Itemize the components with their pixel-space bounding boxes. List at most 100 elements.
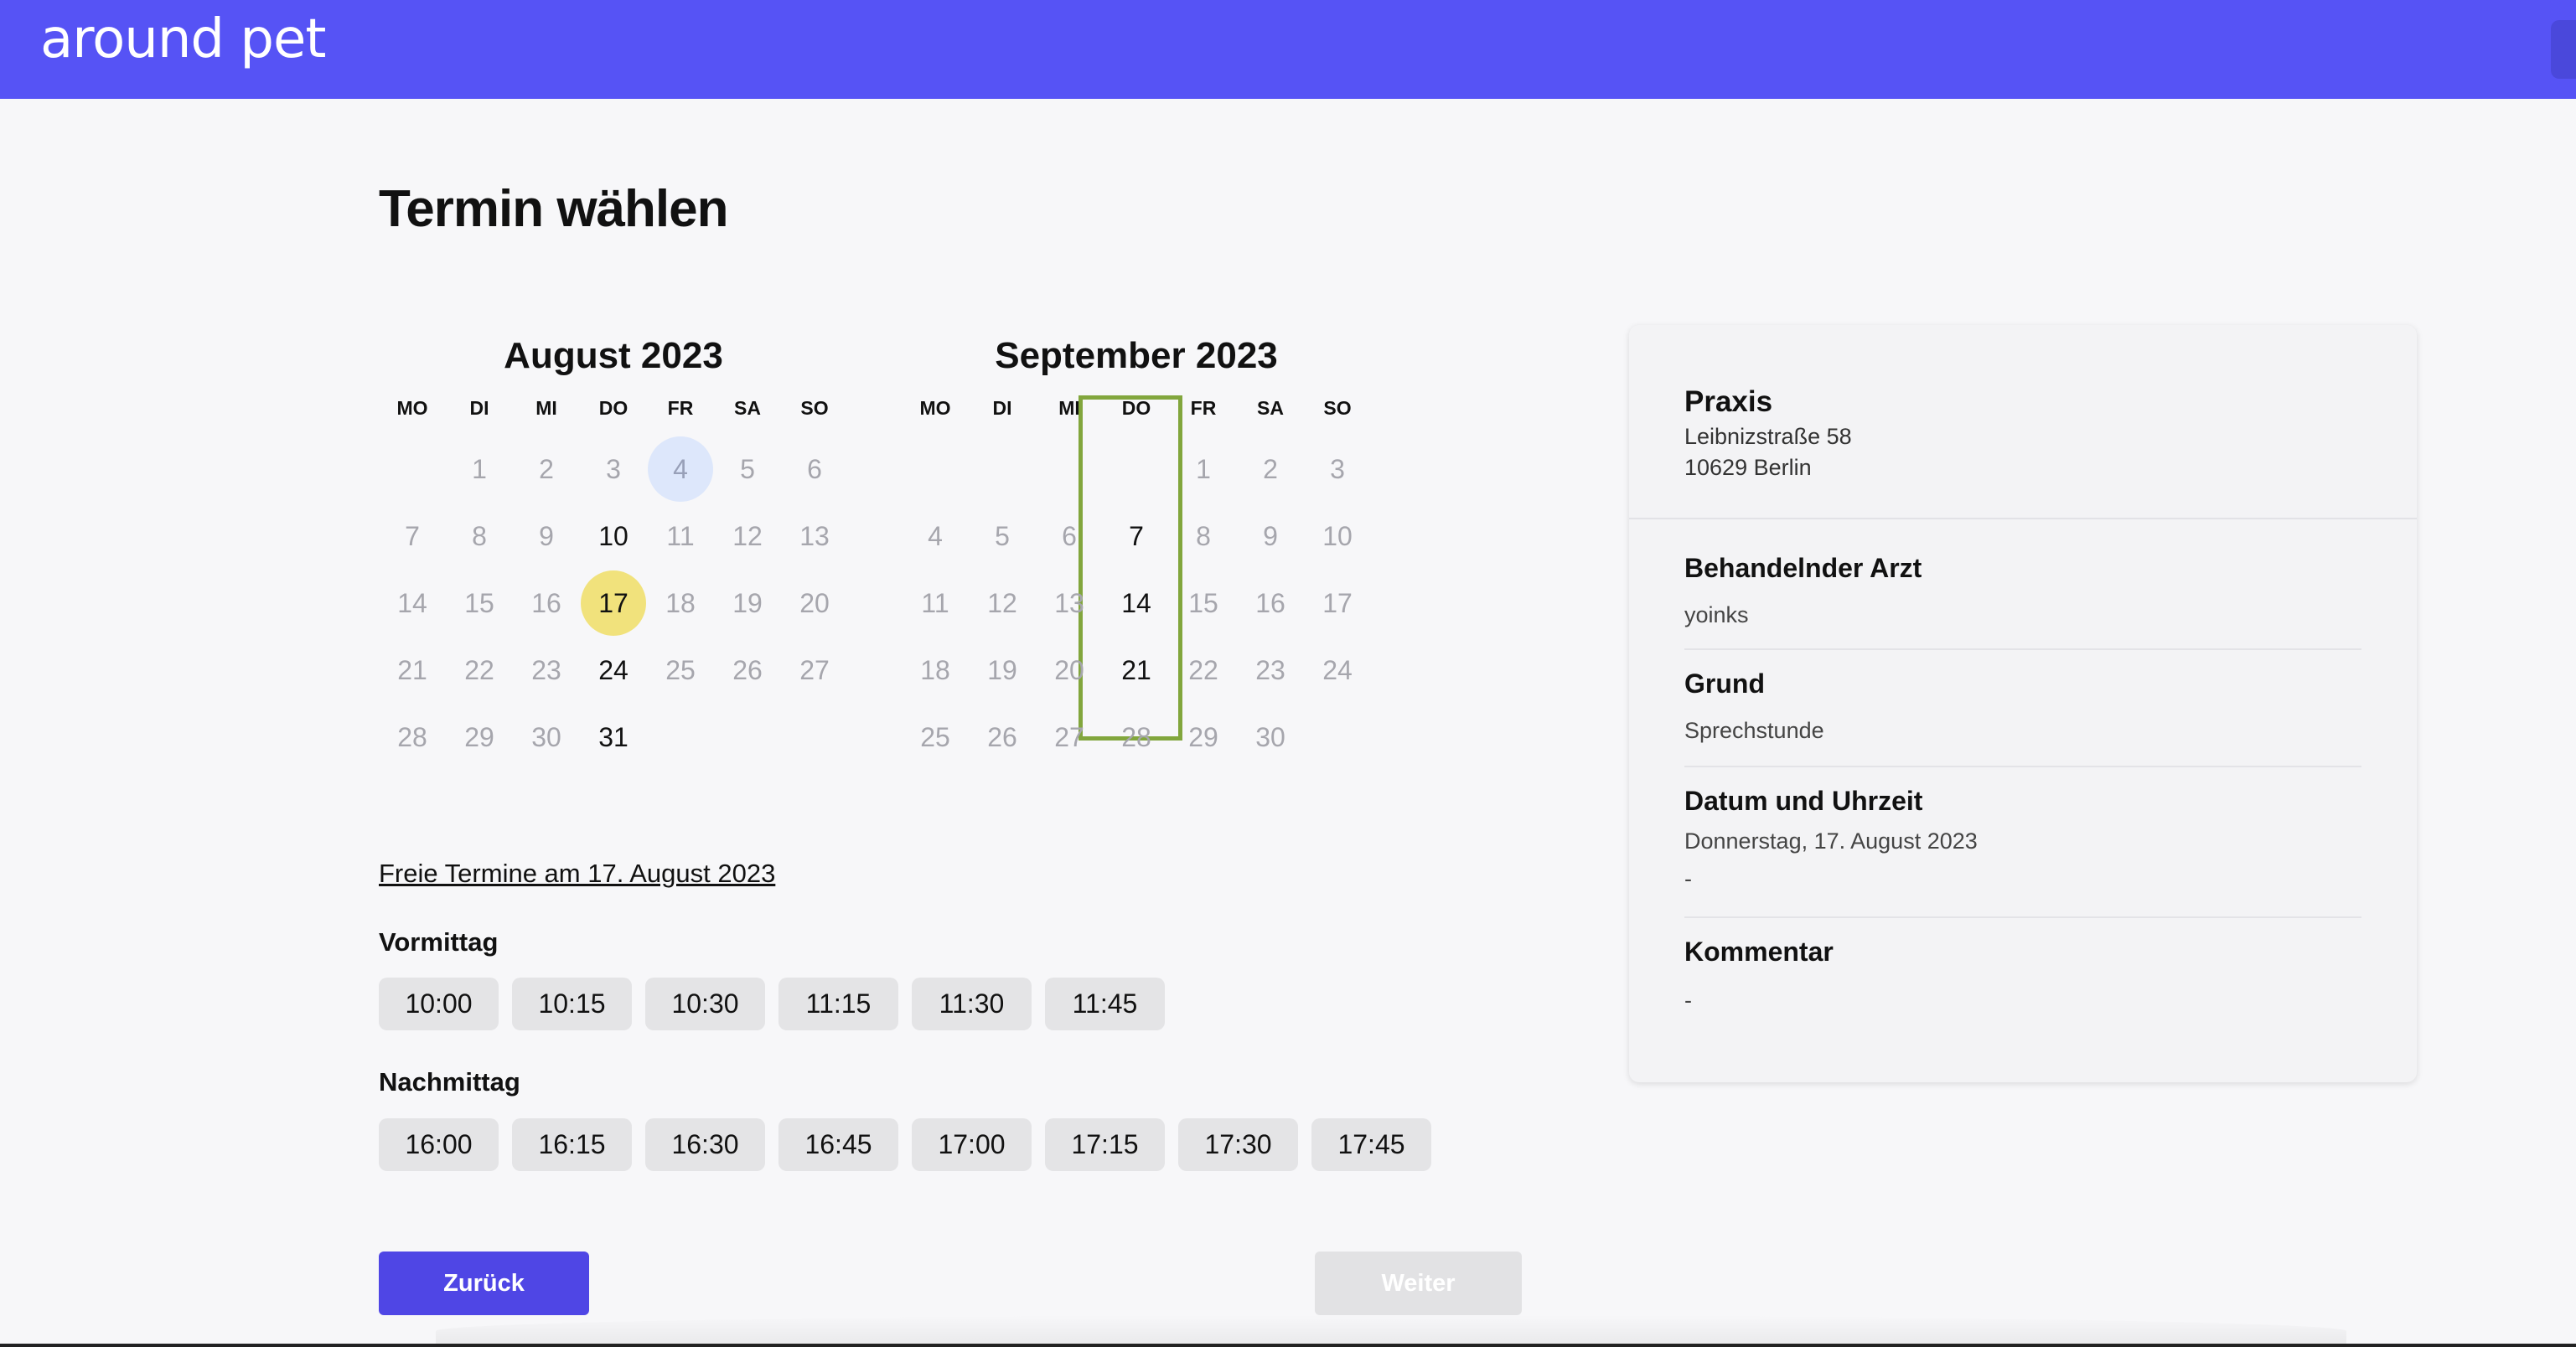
empty-day-cell (1304, 704, 1371, 771)
calendar-day: 4 (902, 503, 969, 570)
day-number: 11 (666, 520, 695, 551)
time-slot-button[interactable]: 17:00 (912, 1118, 1032, 1171)
calendar-day: 28 (1103, 704, 1170, 771)
calendar-day[interactable]: 14 (1103, 570, 1170, 637)
calendar-day[interactable]: 21 (1103, 637, 1170, 704)
weekday-label: SA (1257, 396, 1284, 419)
weekday-label: MI (1058, 396, 1080, 419)
calendar-day: 21 (379, 637, 446, 704)
calendar-month: August 2023 MO DI MI DO FR SA SO 1 2 3 4 5 6 7 8 9 10 11… (379, 327, 848, 771)
day-number: 27 (1054, 721, 1084, 752)
calendar-day[interactable]: 24 (580, 637, 647, 704)
day-number: 12 (732, 520, 763, 551)
day-number: 5 (740, 453, 755, 484)
summary-section-reason: Grund Sprechstunde (1684, 650, 2361, 767)
day-number: 28 (1121, 721, 1151, 752)
time-slot-button[interactable]: 16:15 (512, 1118, 632, 1171)
day-number: 24 (1322, 654, 1353, 685)
calendar-day: 9 (513, 503, 580, 570)
empty-day-cell (902, 436, 969, 503)
time-slot-button[interactable]: 17:30 (1178, 1118, 1298, 1171)
calendar-day[interactable]: 31 (580, 704, 647, 771)
day-number: 20 (799, 587, 830, 618)
summary-label: Grund (1684, 668, 1765, 699)
time-slot-button[interactable]: 10:30 (645, 978, 765, 1030)
calendar-day: 28 (379, 704, 446, 771)
weekday-label: DO (598, 396, 628, 419)
empty-day-cell (714, 704, 781, 771)
day-number: 30 (531, 721, 561, 752)
free-slots-title[interactable]: Freie Termine am 17. August 2023 (379, 859, 775, 889)
calendar-day: 11 (647, 503, 714, 570)
appointment-summary: Praxis Leibnizstraße 58 10629 Berlin Beh… (1629, 325, 2417, 1082)
weekday-label: MO (919, 396, 951, 419)
day-number: 16 (531, 587, 561, 618)
day-number: 31 (598, 721, 628, 752)
calendar-day: 2 (1237, 436, 1304, 503)
day-number: 24 (598, 654, 628, 685)
calendar-week: 1 2 345 6 (379, 436, 848, 503)
day-number: 11 (921, 587, 949, 618)
time-slot-button[interactable]: 11:15 (778, 978, 898, 1030)
summary-label: Datum und Uhrzeit (1684, 786, 1923, 816)
calendar-day: 15 (1170, 570, 1237, 637)
calendar-day: 15 (446, 570, 513, 637)
morning-slots: 10:00 10:15 10:30 11:15 11:30 11:45 (379, 978, 1165, 1030)
calendar-day: 17 (1304, 570, 1371, 637)
time-slot-button[interactable]: 11:45 (1045, 978, 1165, 1030)
weekday-label: DO (1121, 396, 1151, 419)
time-slot-button[interactable]: 11:30 (912, 978, 1032, 1030)
around-pet-logo[interactable]: around pet (40, 8, 326, 70)
day-number: 22 (464, 654, 494, 685)
calendar-day[interactable]: 7 (1103, 503, 1170, 570)
weekday-label: MI (535, 396, 557, 419)
time-slot-button[interactable]: 16:45 (778, 1118, 898, 1171)
calendar-day: 13 (781, 503, 848, 570)
calendar-day: 14 (379, 570, 446, 637)
menu-handle[interactable] (2551, 20, 2576, 79)
calendar-day: 26 (714, 637, 781, 704)
afternoon-label: Nachmittag (379, 1067, 520, 1097)
time-slot-button[interactable]: 10:15 (512, 978, 632, 1030)
time-slot-button[interactable]: 17:45 (1311, 1118, 1431, 1171)
calendar-day[interactable]: 10 (580, 503, 647, 570)
calendar-day: 22 (446, 637, 513, 704)
summary-value: - (1684, 988, 1692, 1013)
day-number: 3 (606, 453, 621, 484)
calendar-day: 24 (1304, 637, 1371, 704)
calendar-day[interactable]: 17 (580, 570, 647, 637)
calendar-day: 12 (969, 570, 1036, 637)
calendar-day: 8 (446, 503, 513, 570)
day-number: 23 (1255, 654, 1285, 685)
day-number: 17 (1322, 587, 1353, 618)
calendar-week: 1 2 3 (902, 436, 1371, 503)
calendar-day: 6 (781, 436, 848, 503)
calendar-day: 25 (647, 637, 714, 704)
summary-value: - (1684, 866, 1692, 891)
calendar-day: 19 (969, 637, 1036, 704)
day-number: 30 (1255, 721, 1285, 752)
calendar-day: 23 (1237, 637, 1304, 704)
time-slot-button[interactable]: 10:00 (379, 978, 499, 1030)
time-slot-button[interactable]: 16:30 (645, 1118, 765, 1171)
next-button[interactable]: Weiter (1315, 1252, 1522, 1315)
calendar-day: 11 (902, 570, 969, 637)
day-number: 22 (1188, 654, 1218, 685)
summary-section-datetime: Datum und Uhrzeit Donnerstag, 17. August… (1684, 767, 2361, 918)
day-number: 6 (1062, 520, 1077, 551)
calendar-day: 16 (513, 570, 580, 637)
day-number: 15 (1188, 587, 1218, 618)
calendar-week: 21 22 23 24 25 26 27 (379, 637, 848, 704)
day-number: 15 (464, 587, 494, 618)
calendar-day: 27 (781, 637, 848, 704)
weekday-label: SA (734, 396, 761, 419)
calendar-day: 3 (580, 436, 647, 503)
day-number: 20 (1054, 654, 1084, 685)
time-slot-button[interactable]: 17:15 (1045, 1118, 1165, 1171)
back-button[interactable]: Zurück (379, 1252, 589, 1315)
day-number: 26 (987, 721, 1017, 752)
time-slot-button[interactable]: 16:00 (379, 1118, 499, 1171)
day-number: 25 (920, 721, 950, 752)
calendar-day: 1 (446, 436, 513, 503)
month-title: August 2023 (504, 335, 723, 376)
